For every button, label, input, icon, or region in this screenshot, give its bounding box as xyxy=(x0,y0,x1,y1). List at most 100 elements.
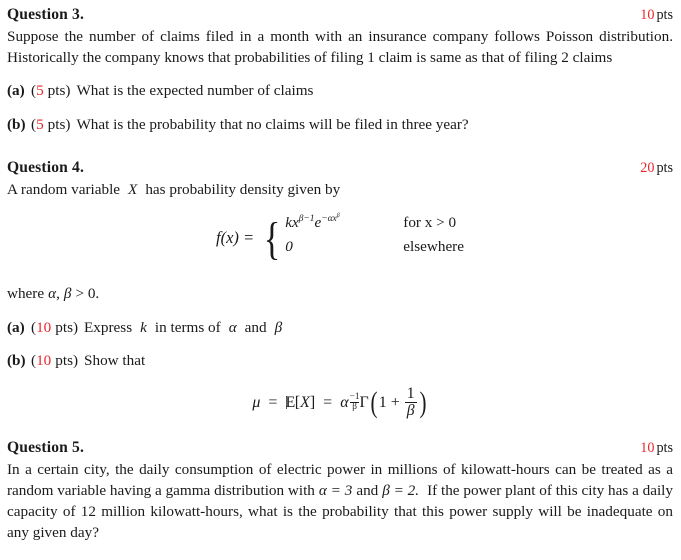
question-block-5: Question 5. 10 pts In a certain city, the… xyxy=(7,439,673,544)
question-3-part-b: (b) (5 pts) What is the probability that … xyxy=(7,115,673,136)
q4-part-b-text: Show that xyxy=(84,352,146,370)
beta-symbol: β xyxy=(63,285,72,303)
mean-equation: μ = E[X] = α−1β Γ ( 1 + 1β ) xyxy=(7,384,673,420)
q4a-beta-symbol: β xyxy=(274,318,283,336)
part-b-points: (5 pts) xyxy=(31,115,70,136)
paren-open-icon: ( xyxy=(370,385,378,419)
equals-2: = xyxy=(323,393,333,411)
equals-1: = xyxy=(268,393,278,411)
density-exponent-1: β−1 xyxy=(298,214,315,225)
question-5-points-unit: pts xyxy=(656,439,673,456)
question-4-body-prefix: A random variable xyxy=(7,181,121,199)
where-prefix: where xyxy=(7,285,45,303)
question-3-points-value: 10 xyxy=(640,7,655,23)
part-b-points-unit: pts) xyxy=(47,115,71,133)
density-case-2-condition: elsewhere xyxy=(403,238,464,256)
question-block-4: Question 4. 20 pts A random variable Xhas … xyxy=(7,159,673,419)
q4a-alpha-symbol: α xyxy=(228,318,237,336)
alpha-exponent: −1 β xyxy=(349,392,360,413)
q5-beta-value: β = 2. xyxy=(382,481,420,499)
left-brace-icon: { xyxy=(263,212,281,264)
question-5-points-value: 10 xyxy=(640,439,655,456)
part-a-label: (a) xyxy=(7,82,25,100)
density-exponent-2: −αxβ xyxy=(321,213,340,225)
q4a-mid: in terms of xyxy=(154,318,221,336)
question-4-title: Question 4. xyxy=(7,159,85,177)
q4a-pre: Express xyxy=(84,318,133,336)
piecewise-row-2: 0 elsewhere xyxy=(285,238,464,262)
q4-part-b-label: (b) xyxy=(7,352,26,370)
density-case-1-value: kxβ−1e−αxβ xyxy=(285,213,403,232)
question-5-body: In a certain city, the daily consumption… xyxy=(7,459,673,544)
mean-equation-inner: μ = E[X] = α−1β Γ ( 1 + 1β ) xyxy=(252,384,427,420)
q4-part-a-points: (10 pts) xyxy=(31,318,78,339)
question-block-3: Question 3. 10 pts Suppose the number of … xyxy=(7,6,673,135)
piecewise-rows: kxβ−1e−αxβ for x > 0 0 elsewhere xyxy=(285,213,464,262)
density-exponent-2-sup: β xyxy=(336,213,340,220)
q4-part-b-points-unit: pts) xyxy=(55,352,79,370)
question-5-title: Question 5. xyxy=(7,438,85,456)
question-5-header: Question 5. 10 pts xyxy=(7,439,673,457)
paren-close-icon: ) xyxy=(419,385,427,419)
q4-part-a-label: (a) xyxy=(7,318,25,336)
q4a-and: and xyxy=(244,318,267,336)
question-4-body: A random variable Xhas probability densit… xyxy=(7,179,673,200)
question-3-header: Question 3. 10 pts xyxy=(7,6,673,24)
question-4-body-suffix: has probability density given by xyxy=(145,181,341,199)
part-a-points-unit: pts) xyxy=(47,82,71,100)
question-4-part-b: (b) (10 pts) Show that xyxy=(7,351,673,372)
question-3-points: 10 pts xyxy=(640,7,673,24)
density-equation: f(x) = { kxβ−1e−αxβ for x > 0 0 elsewher… xyxy=(7,212,673,264)
part-a-points-value: 5 xyxy=(36,82,44,100)
q5-and: and xyxy=(356,481,379,499)
part-b-points-value: 5 xyxy=(36,115,44,133)
q4-part-a-points-unit: pts) xyxy=(55,318,79,336)
expectation-E-symbol: E xyxy=(285,394,295,412)
density-case-1-condition: for x > 0 xyxy=(403,214,457,232)
q5-alpha-value: α = 3 xyxy=(318,481,353,499)
piecewise-row-1: kxβ−1e−αxβ for x > 0 xyxy=(285,213,464,238)
question-5-points: 10 pts xyxy=(640,440,673,457)
alpha-exponent-denominator: β xyxy=(352,402,357,413)
bracket-close: ] xyxy=(309,393,316,411)
question-3-title: Question 3. xyxy=(7,6,85,23)
q4-part-b-points: (10 pts) xyxy=(31,351,78,372)
exam-page: Question 3. 10 pts Suppose the number of … xyxy=(0,0,681,543)
question-4-part-a: (a) (10 pts) Express k in terms of α and β xyxy=(7,318,673,339)
alpha-symbol: α xyxy=(48,285,57,303)
question-4-points-value: 20 xyxy=(640,160,655,177)
q4-part-a-text: Express k in terms of α and β xyxy=(84,318,282,339)
question-4-header: Question 4. 20 pts xyxy=(7,159,673,177)
mu-symbol: μ xyxy=(252,393,261,411)
piecewise-function: f(x) = { kxβ−1e−αxβ for x > 0 0 elsewher… xyxy=(216,212,464,264)
part-b-text: What is the probability that no claims w… xyxy=(76,115,469,133)
gamma-symbol: Γ xyxy=(359,393,369,411)
density-kx: kx xyxy=(285,214,299,232)
part-a-points: (5 pts) xyxy=(31,81,70,102)
density-exponent-2-base: −αx xyxy=(321,214,337,225)
fraction-denominator: β xyxy=(406,402,415,420)
q4-part-b-points-value: 10 xyxy=(36,352,52,370)
one-over-beta-fraction: 1β xyxy=(404,384,417,420)
q4-part-a-points-value: 10 xyxy=(36,318,52,336)
question-4-variable-X: X xyxy=(128,181,138,199)
where-comma: , xyxy=(56,285,60,303)
density-lhs: f(x) = xyxy=(216,228,255,248)
question-4-where-line: where α, β > 0. xyxy=(7,283,673,304)
X-symbol: X xyxy=(300,393,310,411)
part-b-label: (b) xyxy=(7,115,26,133)
question-4-points: 20 pts xyxy=(640,160,673,177)
question-3-body: Suppose the number of claims filed in a … xyxy=(7,28,673,67)
alpha-base: α xyxy=(340,393,349,411)
part-a-text: What is the expected number of claims xyxy=(76,82,314,100)
fraction-numerator: 1 xyxy=(404,384,417,404)
question-4-points-unit: pts xyxy=(656,160,673,177)
one-plus: 1 + xyxy=(378,393,400,411)
question-3-points-unit: pts xyxy=(656,7,673,23)
question-3-part-a: (a) (5 pts) What is the expected number o… xyxy=(7,81,673,102)
where-relation: > 0. xyxy=(75,285,100,303)
q4a-k-symbol: k xyxy=(140,318,147,336)
